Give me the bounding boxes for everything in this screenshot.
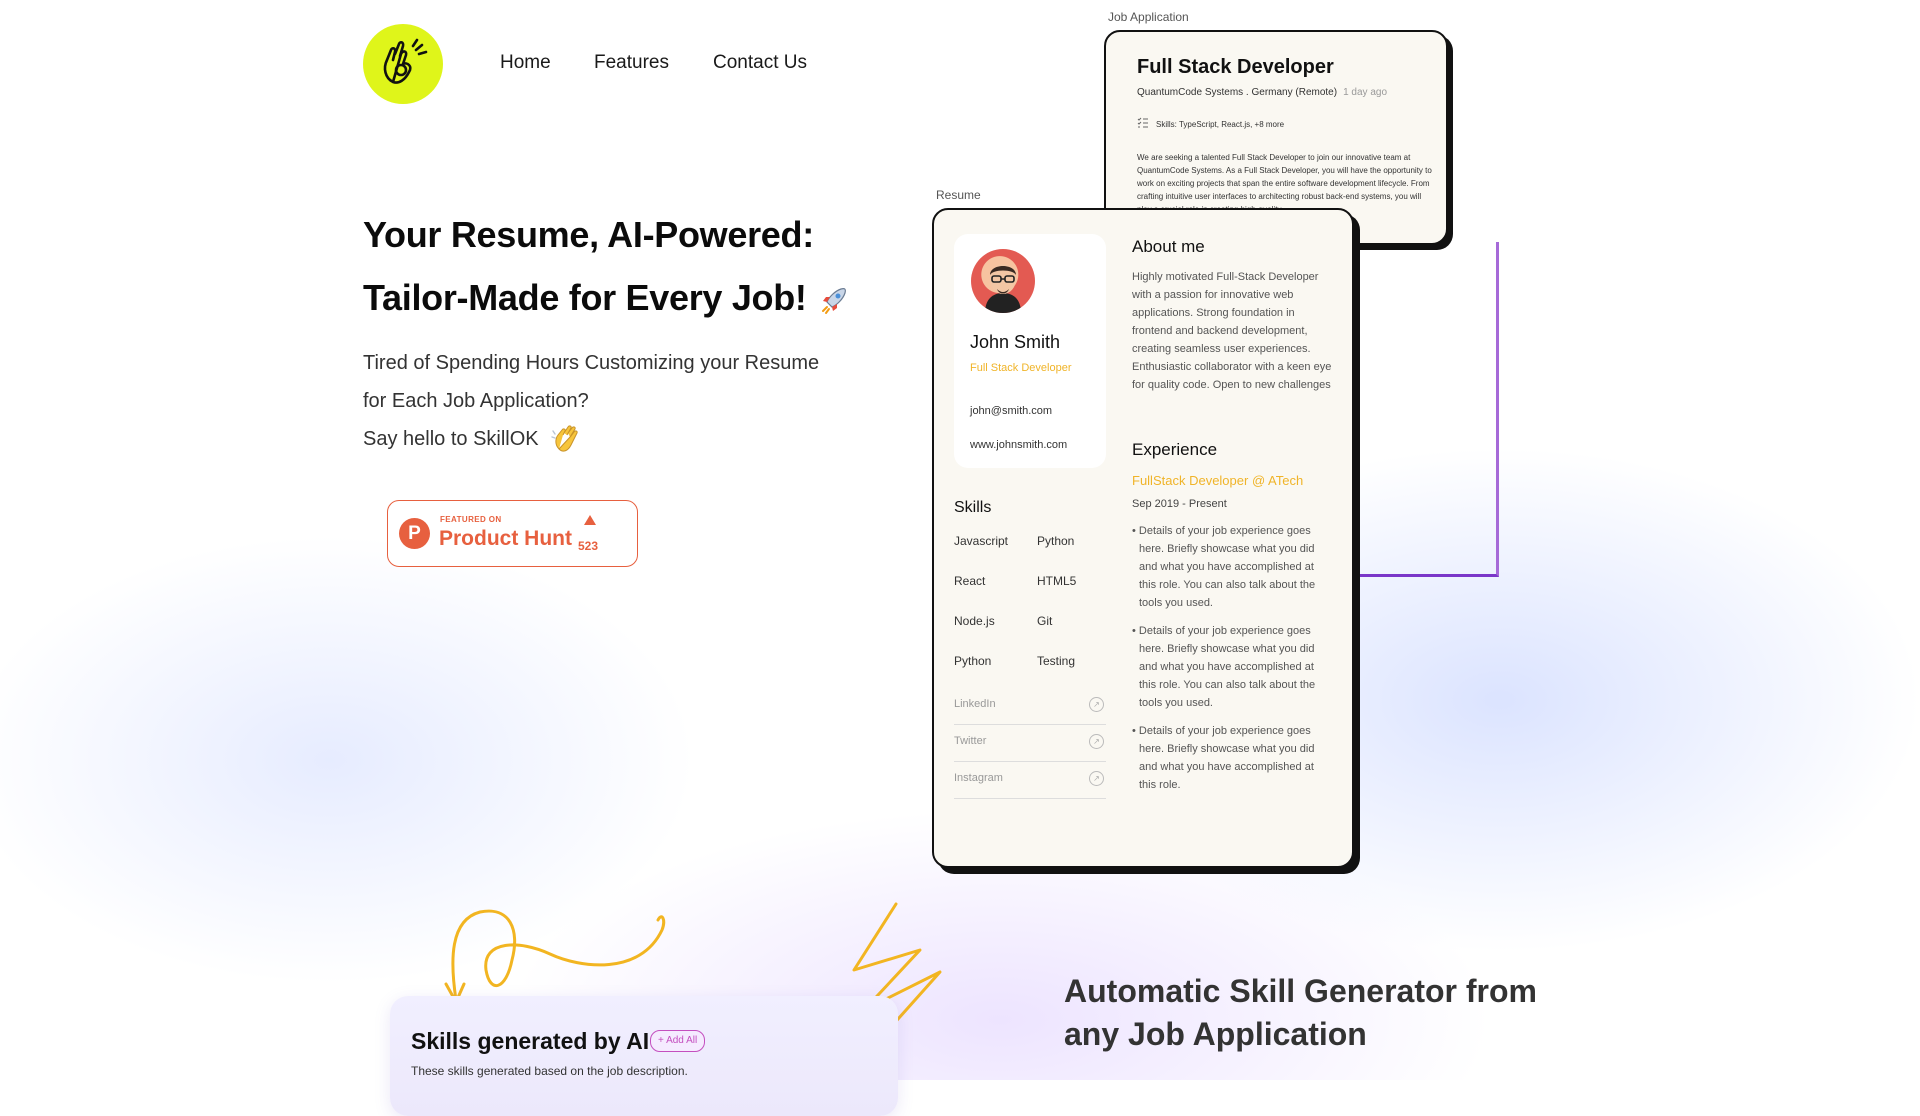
- skill-item: Python: [954, 654, 992, 668]
- hero-sub-line3: Say hello to SkillOK: [363, 420, 903, 458]
- ph-featured-label: FEATURED ON: [440, 515, 502, 524]
- hand-logo-icon: [383, 38, 428, 84]
- about-heading: About me: [1132, 237, 1205, 256]
- job-posted: 1 day ago: [1343, 87, 1388, 98]
- skill-item: Javascript: [954, 534, 1009, 548]
- hero-sub-line1: Tired of Spending Hours Customizing your…: [363, 352, 820, 374]
- resume-email[interactable]: john@smith.com: [970, 405, 1052, 417]
- skill-item: Python: [1037, 534, 1075, 548]
- ph-upvote-count: 523: [578, 539, 599, 553]
- job-skills: Skills: TypeScript, React.js, +8 more: [1156, 120, 1285, 129]
- external-link-icon: ↗: [1089, 697, 1104, 712]
- add-all-button[interactable]: + Add All: [650, 1030, 706, 1052]
- experience-role: FullStack Developer @ ATech: [1132, 473, 1304, 488]
- skill-item: HTML5: [1037, 574, 1077, 588]
- ai-skills-subtitle: These skills generated based on the job …: [411, 1064, 688, 1078]
- job-title: Full Stack Developer: [1137, 56, 1334, 78]
- skill-item: React: [954, 574, 986, 588]
- external-link-icon: ↗: [1089, 771, 1104, 786]
- skill-item: Git: [1037, 614, 1053, 628]
- hero-title-line1: Your Resume, AI-Powered:: [363, 214, 814, 255]
- section-title-line1: Automatic Skill Generator from: [1064, 973, 1537, 1009]
- nav-home[interactable]: Home: [500, 52, 551, 74]
- skills-generated-card: Skills generated by AI + Add All These s…: [390, 996, 898, 1116]
- hero-sub-line2: for Each Job Application?: [363, 390, 589, 412]
- job-description: We are seeking a talented Full Stack Dev…: [1137, 153, 1432, 214]
- section-title: Automatic Skill Generator from any Job A…: [1064, 970, 1584, 1056]
- resume-name: John Smith: [970, 332, 1061, 352]
- job-company: QuantumCode Systems . Germany (Remote) 1 …: [1137, 87, 1388, 98]
- experience-date: Sep 2019 - Present: [1132, 498, 1227, 510]
- experience-bullet: • Details of your job experience goes he…: [1132, 625, 1316, 709]
- nav-features[interactable]: Features: [594, 52, 669, 74]
- hero-title: Your Resume, AI-Powered: Tailor-Made for…: [363, 203, 923, 329]
- social-link-twitter[interactable]: Twitter ↗: [954, 725, 1106, 762]
- social-link-linkedin[interactable]: LinkedIn ↗: [954, 688, 1106, 725]
- social-label: Twitter: [954, 735, 987, 747]
- ph-name: Product Hunt: [439, 527, 572, 550]
- resume-card[interactable]: John Smith Full Stack Developer john@smi…: [932, 208, 1354, 868]
- hero-subtitle: Tired of Spending Hours Customizing your…: [363, 344, 903, 458]
- product-hunt-badge[interactable]: P FEATURED ON Product Hunt 523: [387, 500, 638, 567]
- app-logo[interactable]: [363, 24, 443, 104]
- list-icon: [1137, 117, 1148, 128]
- ai-skills-title: Skills generated by AI: [411, 1028, 650, 1054]
- connector-line: [1352, 242, 1499, 577]
- experience-bullet: • Details of your job experience goes he…: [1132, 525, 1316, 609]
- resume-website[interactable]: www.johnsmith.com: [970, 439, 1067, 451]
- upvote-arrow-icon: [584, 515, 596, 525]
- profile-box: John Smith Full Stack Developer john@smi…: [954, 234, 1106, 468]
- skills-heading: Skills: [954, 499, 992, 516]
- avatar-illustration-icon: [985, 264, 1021, 313]
- waving-hand-icon: [550, 425, 578, 452]
- job-card-label: Job Application: [1108, 10, 1189, 24]
- section-title-line2: any Job Application: [1064, 1016, 1367, 1052]
- about-text: Highly motivated Full-Stack Developer wi…: [1132, 271, 1332, 391]
- product-hunt-logo-icon: P: [399, 518, 430, 549]
- social-label: Instagram: [954, 772, 1003, 784]
- skill-item: Testing: [1037, 654, 1076, 668]
- rocket-icon: [821, 288, 846, 315]
- experience-bullet: • Details of your job experience goes he…: [1132, 725, 1315, 791]
- external-link-icon: ↗: [1089, 734, 1104, 749]
- scribble-arrow-icon: [444, 909, 666, 1004]
- experience-heading: Experience: [1132, 440, 1218, 459]
- hero-title-line2: Tailor-Made for Every Job!: [363, 266, 923, 329]
- resume-card-label: Resume: [936, 188, 981, 202]
- avatar: [971, 249, 1035, 313]
- nav-contact[interactable]: Contact Us: [713, 52, 807, 74]
- resume-role: Full Stack Developer: [970, 362, 1072, 374]
- social-link-instagram[interactable]: Instagram ↗: [954, 762, 1106, 799]
- skill-item: Node.js: [954, 614, 995, 628]
- social-label: LinkedIn: [954, 698, 996, 710]
